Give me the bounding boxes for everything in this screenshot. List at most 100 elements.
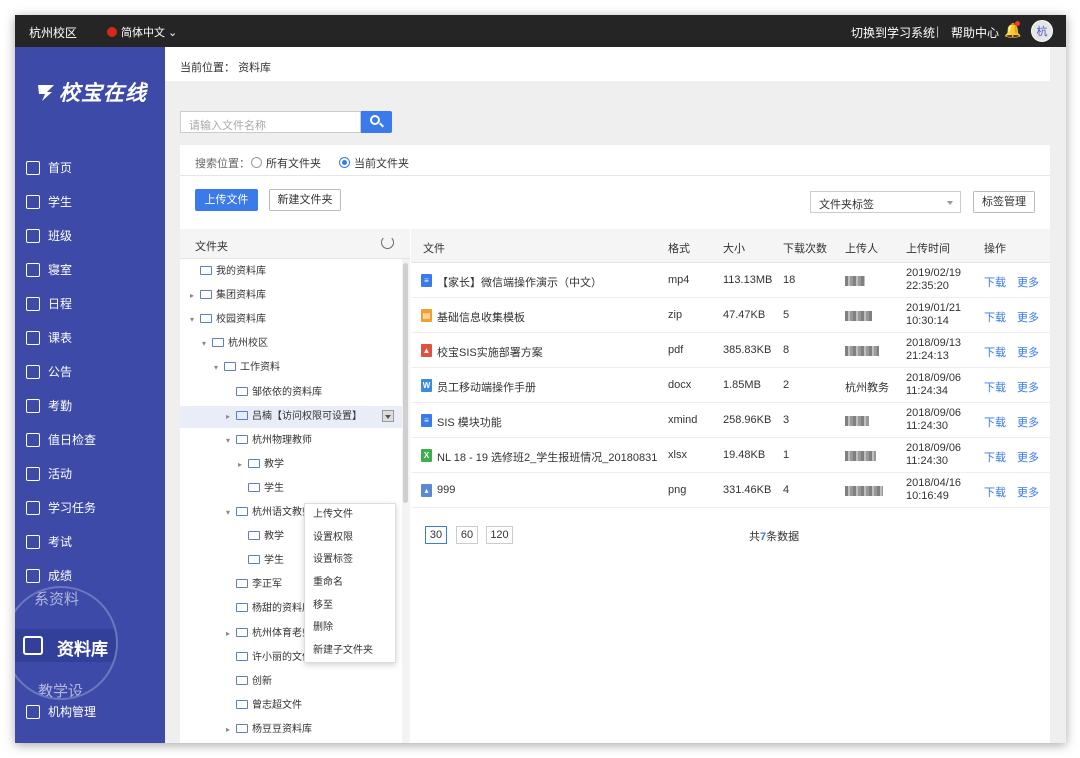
sidebar-item-7[interactable]: 考勤 (15, 391, 165, 421)
download-link[interactable]: 下载 (984, 309, 1006, 325)
more-link[interactable]: 更多 (1017, 274, 1039, 290)
expand-arrow-icon[interactable]: ▾ (214, 357, 224, 379)
expand-arrow-icon[interactable]: ▸ (190, 285, 200, 307)
tree-node[interactable]: ▸ 杨豆豆资料库 (180, 719, 402, 741)
sidebar-item-6[interactable]: 公告 (15, 357, 165, 387)
tree-node[interactable]: ▾ 杭州校区 (180, 333, 402, 355)
sidebar-item-12[interactable]: 成绩 (15, 561, 165, 591)
table-row[interactable]: W 员工移动端操作手册 docx 1.85MB 2 杭州教务 2018/09/06 11:24… (411, 368, 1050, 403)
file-name[interactable]: NL 18 - 19 选修班2_学生报班情况_20180831 (437, 449, 657, 465)
tree-node[interactable]: ▸ 吕楠【访问权限可设置】 (180, 405, 402, 428)
tree-node[interactable]: ▾ 杭州物理教师 (180, 430, 402, 452)
upload-button[interactable]: 上传文件 (195, 189, 258, 211)
sidebar-item-1[interactable]: 学生 (15, 187, 165, 217)
word-icon: W (421, 379, 432, 392)
table-row[interactable]: ≡ SIS 模块功能 xmind 258.96KB 3 2018/09/06 11:24:3… (411, 403, 1050, 438)
col-upload-time[interactable]: 上传时间 (906, 240, 950, 256)
tree-scroll-thumb[interactable] (403, 263, 408, 503)
refresh-icon[interactable] (381, 236, 394, 249)
expand-arrow-icon[interactable]: ▾ (226, 502, 236, 524)
context-menu-item[interactable]: 设置权限 (305, 527, 395, 550)
download-link[interactable]: 下载 (984, 414, 1006, 430)
more-link[interactable]: 更多 (1017, 414, 1039, 430)
context-menu-item[interactable]: 重命名 (305, 572, 395, 595)
more-link[interactable]: 更多 (1017, 449, 1039, 465)
tree-node[interactable]: 我的资料库 (180, 261, 402, 283)
tree-node[interactable]: 创新 (180, 671, 402, 693)
node-menu-toggle-icon[interactable] (382, 409, 394, 422)
tree-node[interactable]: 学生 (180, 478, 402, 500)
expand-arrow-icon[interactable]: ▾ (226, 430, 236, 452)
page-size-30[interactable]: 30 (425, 526, 447, 544)
download-link[interactable]: 下载 (984, 379, 1006, 395)
col-file[interactable]: 文件 (423, 240, 445, 256)
sidebar-item-14[interactable]: 机构管理 (15, 697, 165, 727)
file-name[interactable]: 校宝SIS实施部署方案 (437, 344, 543, 360)
context-menu-item[interactable]: 删除 (305, 617, 395, 640)
sidebar-item-4[interactable]: 日程 (15, 289, 165, 319)
scope-all-folders[interactable]: 所有文件夹 (251, 155, 321, 171)
tree-node[interactable]: ▾ 校园资料库 (180, 309, 402, 331)
table-row[interactable]: ▤ 基础信息收集模板 zip 47.47KB 5 2019/01/21 10:30:14 下载… (411, 298, 1050, 333)
expand-arrow-icon[interactable]: ▸ (226, 719, 236, 741)
file-name[interactable]: 【家长】微信端操作演示（中文） (437, 274, 602, 290)
col-uploader[interactable]: 上传人 (845, 240, 878, 256)
expand-arrow-icon[interactable]: ▾ (190, 309, 200, 331)
tree-node[interactable]: ▸ 教学 (180, 454, 402, 476)
help-center-link[interactable]: 帮助中心 (951, 24, 999, 41)
expand-arrow-icon[interactable]: ▾ (202, 333, 212, 355)
scope-current-folder[interactable]: 当前文件夹 (339, 155, 409, 171)
more-link[interactable]: 更多 (1017, 379, 1039, 395)
more-link[interactable]: 更多 (1017, 344, 1039, 360)
expand-arrow-icon[interactable]: ▸ (238, 454, 248, 476)
download-link[interactable]: 下载 (984, 484, 1006, 500)
tree-node[interactable]: ▸ 集团资料库 (180, 285, 402, 307)
file-name[interactable]: SIS 模块功能 (437, 414, 502, 430)
table-row[interactable]: ▲ 校宝SIS实施部署方案 pdf 385.83KB 8 2018/09/13 21:24:… (411, 333, 1050, 368)
context-menu-item[interactable]: 上传文件 (305, 504, 395, 527)
avatar[interactable]: 杭 (1031, 20, 1053, 42)
page-size-120[interactable]: 120 (486, 526, 513, 544)
table-row[interactable]: ▴ 999 png 331.46KB 4 2018/04/16 10:16:49 下载 更多 (411, 473, 1050, 508)
sidebar-item-2[interactable]: 班级 (15, 221, 165, 251)
sidebar-item-10[interactable]: 学习任务 (15, 493, 165, 523)
download-link[interactable]: 下载 (984, 449, 1006, 465)
file-name[interactable]: 999 (437, 484, 455, 496)
logo[interactable]: 校宝在线 (35, 77, 147, 107)
download-link[interactable]: 下载 (984, 274, 1006, 290)
context-menu-item[interactable]: 设置标签 (305, 549, 395, 572)
magnified-active-label[interactable]: 资料库 (57, 635, 108, 660)
search-input[interactable]: 请输入文件名称 (180, 111, 361, 133)
tree-node[interactable]: 邹依依的资料库 (180, 382, 402, 404)
table-row[interactable]: ≡ 【家长】微信端操作演示（中文） mp4 113.13MB 18 2019/02/19 2… (411, 263, 1050, 298)
more-link[interactable]: 更多 (1017, 484, 1039, 500)
page-size-60[interactable]: 60 (456, 526, 478, 544)
campus-switcher[interactable]: 杭州校区 (29, 24, 77, 41)
new-folder-button[interactable]: 新建文件夹 (269, 189, 341, 211)
sidebar-item-8[interactable]: 值日检查 (15, 425, 165, 455)
folder-tag-select[interactable]: 文件夹标签 (810, 191, 961, 213)
context-menu-item[interactable]: 新建子文件夹 (305, 640, 395, 663)
tree-node[interactable]: 曾志超文件 (180, 695, 402, 717)
col-format[interactable]: 格式 (668, 240, 690, 256)
search-button[interactable] (361, 111, 392, 133)
table-row[interactable]: X NL 18 - 19 选修班2_学生报班情况_20180831 xlsx 19.4… (411, 438, 1050, 473)
context-menu-item[interactable]: 移至 (305, 595, 395, 618)
file-name[interactable]: 员工移动端操作手册 (437, 379, 536, 395)
expand-arrow-icon[interactable]: ▸ (226, 406, 236, 428)
sidebar-item-5[interactable]: 课表 (15, 323, 165, 353)
sidebar-item-0[interactable]: 首页 (15, 153, 165, 183)
switch-system-link[interactable]: 切换到学习系统 (851, 24, 935, 41)
download-link[interactable]: 下载 (984, 344, 1006, 360)
language-selector[interactable]: 简体中文 ⌄ (107, 24, 177, 40)
col-downloads[interactable]: 下载次数 (783, 240, 827, 256)
tree-node[interactable]: ▾ 工作资料 (180, 357, 402, 379)
more-link[interactable]: 更多 (1017, 309, 1039, 325)
tag-manage-button[interactable]: 标签管理 (973, 191, 1035, 213)
expand-arrow-icon[interactable]: ▸ (226, 623, 236, 645)
file-name[interactable]: 基础信息收集模板 (437, 309, 525, 325)
col-size[interactable]: 大小 (723, 240, 745, 256)
sidebar-item-9[interactable]: 活动 (15, 459, 165, 489)
sidebar-item-3[interactable]: 寝室 (15, 255, 165, 285)
sidebar-item-11[interactable]: 考试 (15, 527, 165, 557)
